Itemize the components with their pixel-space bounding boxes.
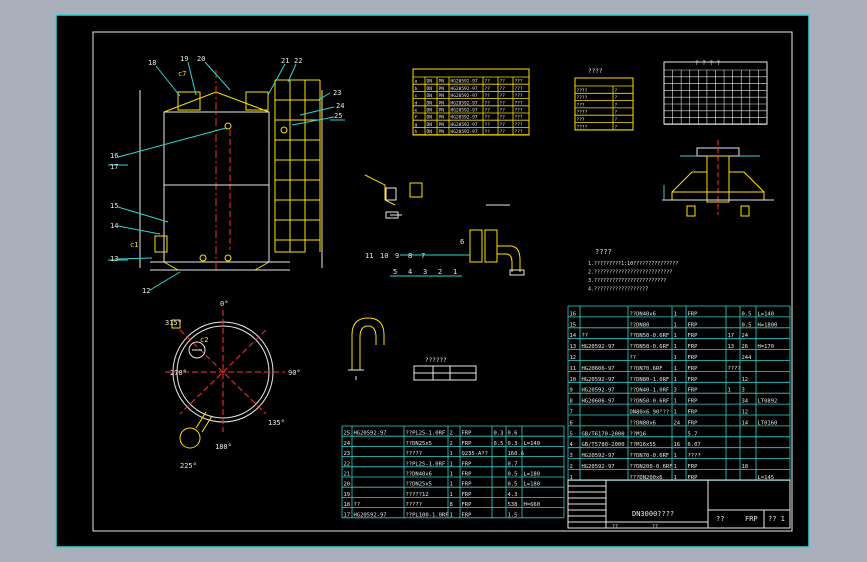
label-7: 7 bbox=[421, 252, 425, 260]
cad-drawing-canvas[interactable]: 18 19 20 21 22 23 24 25 16 17 15 14 13 1… bbox=[0, 0, 867, 562]
label-12: 12 bbox=[142, 287, 150, 295]
label-20: 20 bbox=[197, 55, 205, 63]
label-10: 10 bbox=[380, 252, 388, 260]
label-c2: c2 bbox=[200, 336, 208, 344]
header-b: ?? bbox=[652, 524, 658, 530]
drawing-sheet: ?? 1 bbox=[768, 515, 785, 523]
label-24: 24 bbox=[336, 102, 344, 110]
drawing-scale: ?? bbox=[716, 515, 724, 523]
label-25: 25 bbox=[334, 112, 342, 120]
label-11: 11 bbox=[365, 252, 373, 260]
label-21: 21 bbox=[281, 57, 289, 65]
angle-180: 180° bbox=[215, 443, 232, 451]
label-14: 14 bbox=[110, 222, 118, 230]
label-17: 17 bbox=[110, 163, 118, 171]
label-6: 6 bbox=[460, 238, 464, 246]
angle-225: 225° bbox=[180, 462, 197, 470]
drawing-material: FRP bbox=[745, 515, 758, 523]
label-15: 15 bbox=[110, 202, 118, 210]
label-19: 19 bbox=[180, 55, 188, 63]
label-5: 5 bbox=[393, 268, 397, 276]
label-c1: c1 bbox=[130, 241, 138, 249]
label-1: 1 bbox=[453, 268, 457, 276]
label-c7: c7 bbox=[178, 70, 186, 78]
label-13: 13 bbox=[110, 255, 118, 263]
note-line: 2.?????????????????????????? bbox=[588, 270, 672, 276]
note-line: 4.?????????????????7 bbox=[588, 287, 648, 293]
angle-315: 315° bbox=[165, 319, 182, 327]
label-3: 3 bbox=[423, 268, 427, 276]
label-23: 23 bbox=[333, 89, 341, 97]
spec-table-title: ???? bbox=[588, 68, 603, 75]
angle-270: 270° bbox=[170, 369, 187, 377]
label-8: 8 bbox=[408, 252, 412, 260]
angle-90: 90° bbox=[288, 369, 301, 377]
label-2: 2 bbox=[438, 268, 442, 276]
drawing-name: DN3000???? bbox=[632, 510, 674, 518]
label-16: 16 bbox=[110, 152, 118, 160]
note-line: 3.???????????????????????? bbox=[588, 278, 666, 284]
header-a: ?? bbox=[612, 524, 618, 530]
label-9: 9 bbox=[395, 252, 399, 260]
notes-title: ???? bbox=[595, 248, 612, 256]
angle-0: 0° bbox=[220, 300, 228, 308]
note-line: 1.?????????1:10??????????????? bbox=[588, 261, 678, 267]
label-18: 18 bbox=[148, 59, 156, 67]
design-table-title: ? ? ? ? bbox=[695, 60, 721, 67]
label-22: 22 bbox=[294, 57, 302, 65]
small-table-title: ?????? bbox=[425, 357, 447, 364]
label-4: 4 bbox=[408, 268, 412, 276]
angle-135: 135° bbox=[268, 419, 285, 427]
